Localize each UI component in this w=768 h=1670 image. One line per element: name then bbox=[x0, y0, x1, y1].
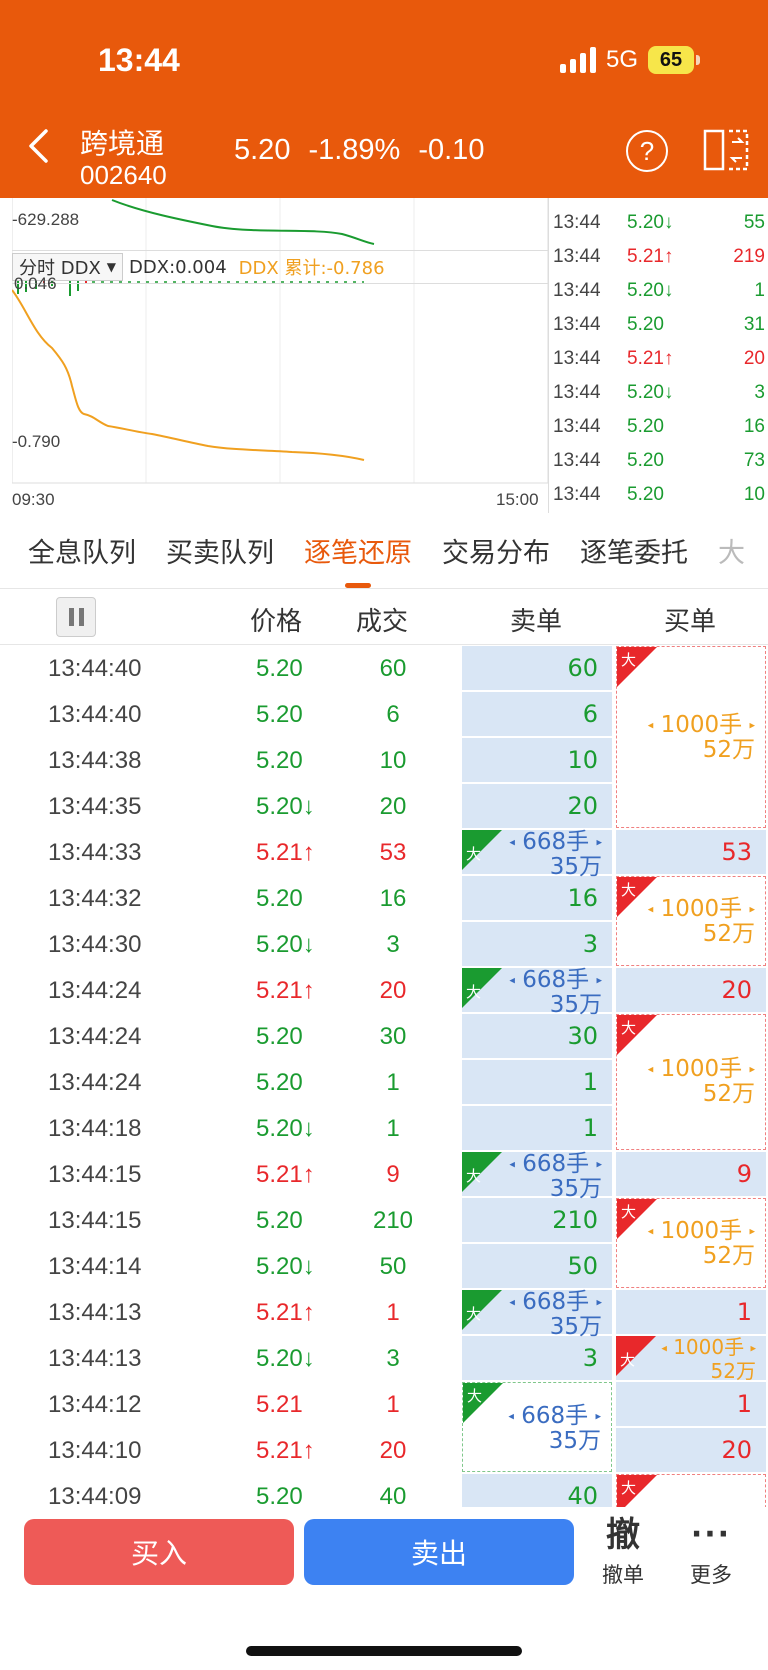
tick-row: 13:44 5.20↓ 3 bbox=[553, 382, 765, 403]
ddx-value: DDX:0.004 bbox=[129, 256, 227, 278]
big-sell-order[interactable]: 大 ◂ 668手 ▸ 35万 bbox=[462, 1290, 612, 1339]
tab-full-queue[interactable]: 全息队列 bbox=[28, 531, 136, 570]
cancel-label: 撤单 bbox=[602, 1563, 644, 1587]
tick-row: 13:44 5.20 10 bbox=[553, 484, 765, 505]
big-sell-order[interactable]: 大 ◂ 668手 ▸ 35万 bbox=[462, 1382, 612, 1472]
sell-order-cell: 3 bbox=[462, 1336, 612, 1380]
bottom-bar: 买入 卖出 撤 撤单 ··· 更多 bbox=[0, 1507, 768, 1670]
time-end-label: 15:00 bbox=[496, 490, 539, 509]
sell-order-cell: 6 bbox=[462, 692, 612, 736]
big-buy-order[interactable]: 大 bbox=[616, 1474, 766, 1507]
header-buy: 买单 bbox=[664, 607, 717, 637]
header: 13:44 5G 65 跨境通 002640 5.20 -1.89% -0.10… bbox=[0, 0, 768, 198]
big-buy-order[interactable]: 大 ◂ 1000手 ▸ 52万 bbox=[616, 876, 766, 966]
header-price: 价格 bbox=[250, 607, 303, 637]
tick-row: 13:44 5.20↓ 1 bbox=[553, 280, 765, 301]
status-indicators: 5G 65 bbox=[559, 46, 700, 74]
signal-icon bbox=[559, 47, 596, 73]
tick-row: 13:44 5.21↑ 20 bbox=[553, 348, 765, 369]
sell-order-cell: 60 bbox=[462, 646, 612, 690]
stock-code: 002640 bbox=[80, 160, 167, 190]
buy-button[interactable]: 买入 bbox=[24, 1519, 294, 1585]
back-arrow-icon[interactable] bbox=[26, 128, 52, 164]
buy-order-cell: 1 bbox=[616, 1290, 766, 1334]
header-volume: 成交 bbox=[356, 607, 409, 637]
stock-price: 5.20 bbox=[234, 134, 291, 166]
sell-order-cell: 10 bbox=[462, 738, 612, 782]
tab-tick-restore[interactable]: 逐笔还原 bbox=[304, 531, 412, 588]
table-header: 价格 成交 卖单 买单 bbox=[0, 589, 768, 645]
buy-order-cell: 20 bbox=[616, 968, 766, 1012]
buy-order-cell: 1 bbox=[616, 1382, 766, 1426]
big-sell-order[interactable]: 大 ◂ 668手 ▸ 35万 bbox=[462, 830, 612, 879]
ddx-top-label: 0.046 bbox=[14, 274, 57, 293]
cancel-icon: 撤 bbox=[606, 1515, 640, 1555]
big-sell-order[interactable]: 大 ◂ 668手 ▸ 35万 bbox=[462, 968, 612, 1017]
more-button[interactable]: ··· 更多 bbox=[680, 1515, 742, 1589]
stock-quote: 5.20 -1.89% -0.10 bbox=[234, 134, 484, 167]
ddx-bottom-label: -0.790 bbox=[12, 432, 61, 451]
tab-big-orders[interactable]: 大 bbox=[718, 531, 745, 570]
dropdown-arrow-icon: ▼ bbox=[106, 260, 117, 274]
tick-row: 13:44 5.20 16 bbox=[553, 416, 765, 437]
stock-name: 跨境通 bbox=[80, 127, 165, 160]
chart-top-label: -629.288 bbox=[12, 210, 80, 229]
cancel-order-button[interactable]: 撤 撤单 bbox=[592, 1515, 654, 1589]
big-buy-order[interactable]: 大 ◂ 1000手 ▸ 52万 bbox=[616, 1336, 766, 1382]
home-indicator[interactable] bbox=[246, 1646, 522, 1656]
tick-list[interactable]: 13:44 5.20↓ 55 13:44 5.21↑ 219 13:44 5.20↓ 1 1… bbox=[548, 198, 768, 513]
tab-trade-distribution[interactable]: 交易分布 bbox=[442, 531, 550, 570]
battery-icon: 65 bbox=[648, 46, 700, 74]
big-sell-order[interactable]: 大 ◂ 668手 ▸ 35万 bbox=[462, 1152, 612, 1201]
more-label: 更多 bbox=[690, 1563, 732, 1587]
trade-list[interactable]: 13:44:40 5.20 60 13:44:40 5.20 6 13:44:38 5.2… bbox=[0, 645, 768, 1507]
switch-stock-icon[interactable] bbox=[702, 128, 750, 172]
help-icon[interactable]: ? bbox=[626, 130, 668, 172]
big-buy-order[interactable]: 大 ◂ 1000手 ▸ 52万 bbox=[616, 1198, 766, 1288]
tab-bid-ask-queue[interactable]: 买卖队列 bbox=[166, 531, 274, 570]
buy-order-cell: 53 bbox=[616, 830, 766, 874]
sell-order-cell: 30 bbox=[462, 1014, 612, 1058]
sell-order-cell: 50 bbox=[462, 1244, 612, 1288]
tick-row: 13:44 5.20↓ 55 bbox=[553, 212, 765, 233]
big-buy-order[interactable]: 大 ◂ 1000手 ▸ 52万 bbox=[616, 646, 766, 828]
status-time: 13:44 bbox=[98, 42, 180, 78]
more-icon: ··· bbox=[690, 1517, 732, 1552]
tick-row: 13:44 5.20 73 bbox=[553, 450, 765, 471]
sell-order-cell: 3 bbox=[462, 922, 612, 966]
buy-order-cell: 20 bbox=[616, 1428, 766, 1472]
ddx-bar: 分时 DDX ▼ DDX:0.004 DDX 累计:-0.786 bbox=[12, 250, 548, 284]
sell-order-cell: 210 bbox=[462, 1198, 612, 1242]
chart-area: -629.288 分时 DDX ▼ DDX:0.004 DDX 累计:-0.78… bbox=[0, 198, 768, 513]
tick-row: 13:44 5.20 31 bbox=[553, 314, 765, 335]
header-sell: 卖单 bbox=[510, 607, 563, 637]
sell-order-cell: 1 bbox=[462, 1106, 612, 1150]
buy-order-cell: 9 bbox=[616, 1152, 766, 1196]
battery-level: 65 bbox=[648, 46, 694, 74]
big-buy-order[interactable]: 大 ◂ 1000手 ▸ 52万 bbox=[616, 1014, 766, 1150]
intraday-chart[interactable] bbox=[12, 198, 548, 498]
sell-order-cell: 40 bbox=[462, 1474, 612, 1507]
sell-order-cell: 20 bbox=[462, 784, 612, 828]
ddx-sum: DDX 累计:-0.786 bbox=[238, 258, 385, 279]
pause-button[interactable] bbox=[56, 597, 96, 637]
stock-change-pct: -1.89% bbox=[308, 134, 401, 166]
sell-order-cell: 1 bbox=[462, 1060, 612, 1104]
tick-row: 13:44 5.21↑ 219 bbox=[553, 246, 765, 267]
stock-change: -0.10 bbox=[418, 134, 485, 166]
tab-tick-orders[interactable]: 逐笔委托 bbox=[580, 531, 688, 570]
sell-order-cell: 16 bbox=[462, 876, 612, 920]
tab-bar: 全息队列 买卖队列 逐笔还原 交易分布 逐笔委托 大 bbox=[0, 513, 768, 589]
time-start-label: 09:30 bbox=[12, 490, 55, 509]
sell-button[interactable]: 卖出 bbox=[304, 1519, 574, 1585]
network-type: 5G bbox=[605, 46, 638, 73]
